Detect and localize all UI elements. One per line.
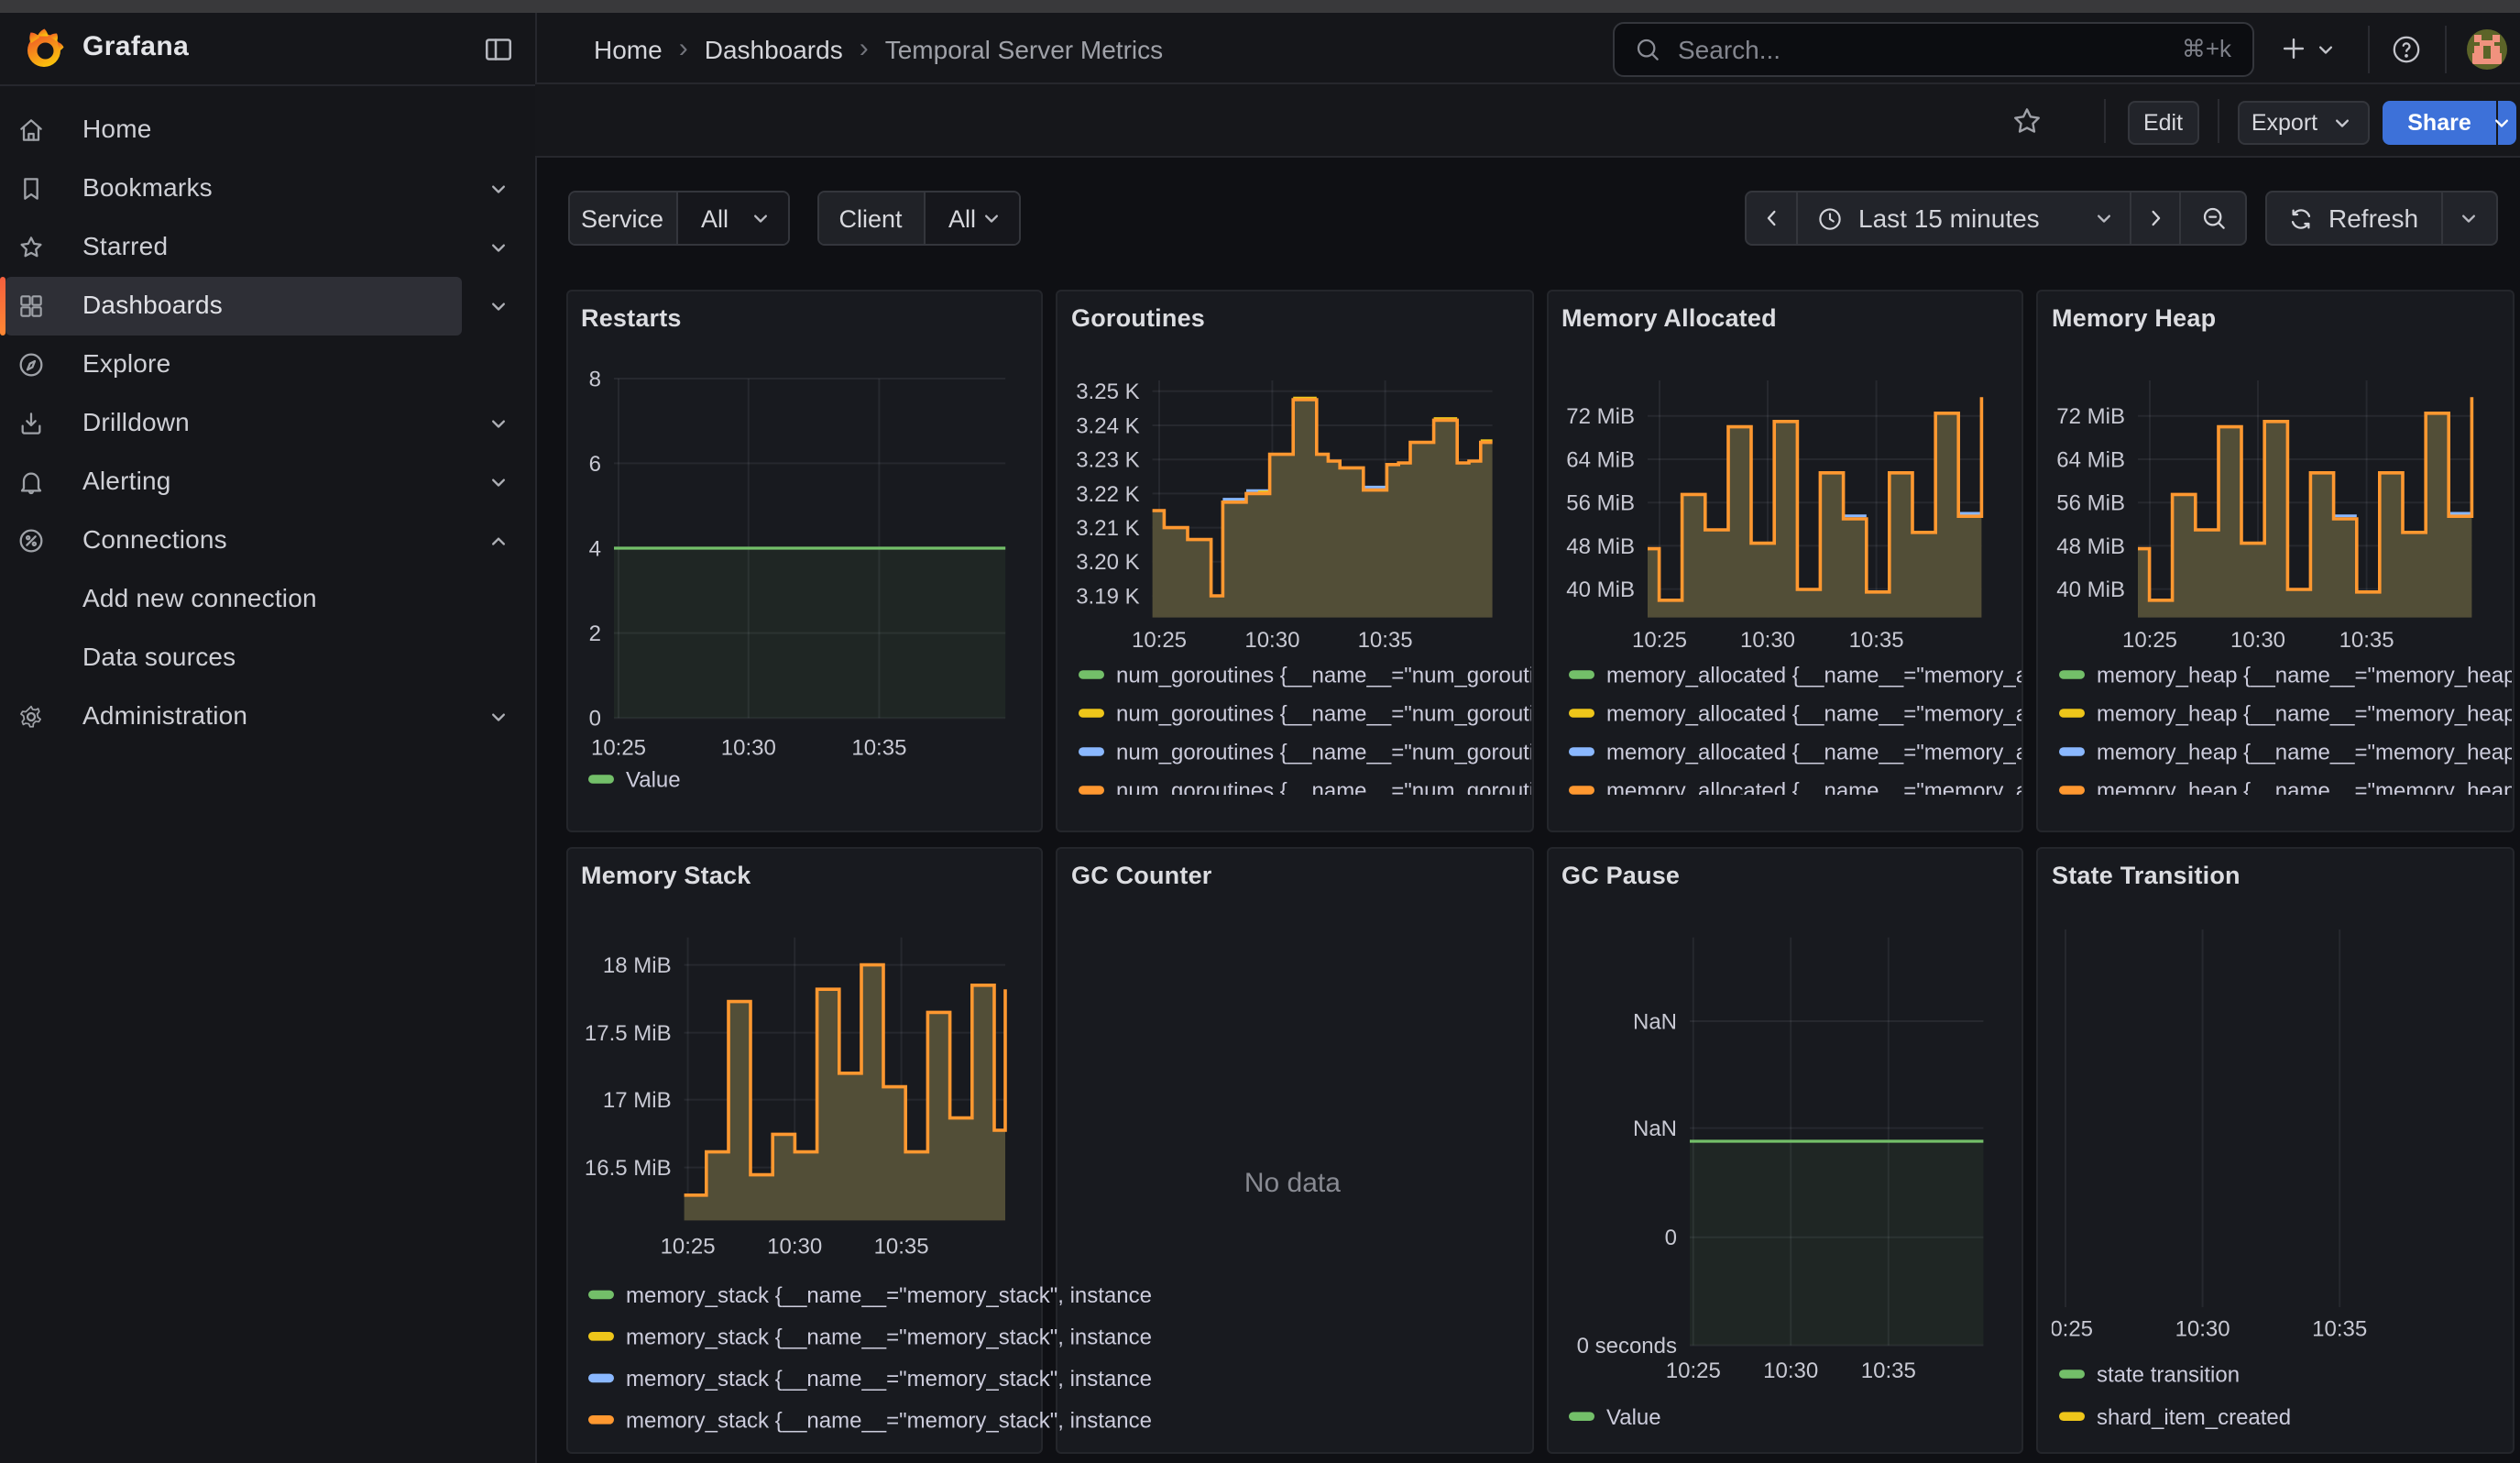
svg-text:0: 0 — [1665, 1226, 1677, 1250]
svg-text:10:25: 10:25 — [2122, 628, 2177, 653]
svg-text:72 MiB: 72 MiB — [2056, 404, 2125, 429]
svg-text:56 MiB: 56 MiB — [1566, 491, 1635, 516]
svg-text:48 MiB: 48 MiB — [1566, 534, 1635, 559]
svg-text:memory_stack {__name__="memory: memory_stack {__name__="memory_stack", i… — [626, 1367, 1152, 1392]
svg-text:56 MiB: 56 MiB — [2056, 491, 2125, 516]
svg-text:17.5 MiB: 17.5 MiB — [585, 1021, 672, 1046]
svg-text:6: 6 — [589, 452, 601, 477]
svg-text:state transition: state transition — [2097, 1363, 2240, 1388]
svg-text:17 MiB: 17 MiB — [603, 1088, 672, 1113]
svg-text:10:30: 10:30 — [767, 1235, 822, 1260]
svg-text:3.25 K: 3.25 K — [1076, 380, 1139, 404]
svg-text:No data: No data — [1244, 1168, 1341, 1198]
svg-text:10:35: 10:35 — [2339, 628, 2394, 653]
svg-text:8: 8 — [589, 367, 601, 391]
svg-text:72 MiB: 72 MiB — [1566, 404, 1635, 429]
svg-text:40 MiB: 40 MiB — [1566, 578, 1635, 602]
svg-text:10:35: 10:35 — [1849, 628, 1904, 653]
svg-text:3.19 K: 3.19 K — [1076, 584, 1139, 609]
svg-text:3.22 K: 3.22 K — [1076, 482, 1139, 507]
svg-text:10:30: 10:30 — [1763, 1358, 1818, 1383]
svg-text:10:30: 10:30 — [721, 735, 776, 760]
svg-text:48 MiB: 48 MiB — [2056, 534, 2125, 559]
svg-text:NaN: NaN — [1633, 1116, 1677, 1141]
svg-text:4: 4 — [589, 536, 601, 561]
svg-text:memory_stack {__name__="memory: memory_stack {__name__="memory_stack", i… — [626, 1408, 1152, 1433]
svg-text:memory_stack {__name__="memory: memory_stack {__name__="memory_stack", i… — [626, 1283, 1152, 1308]
svg-text:10:30: 10:30 — [2175, 1317, 2230, 1342]
svg-text:memory_heap {__name__="memory_: memory_heap {__name__="memory_heap", ins… — [2097, 741, 2520, 765]
svg-text:Value: Value — [1606, 1405, 1661, 1430]
svg-text:10:35: 10:35 — [851, 735, 906, 760]
svg-text:memory_stack {__name__="memory: memory_stack {__name__="memory_stack", i… — [626, 1325, 1152, 1349]
svg-text:10:35: 10:35 — [2312, 1317, 2367, 1342]
svg-text:10:25: 10:25 — [661, 1235, 716, 1260]
svg-text:10:25: 10:25 — [591, 735, 646, 760]
svg-text:2: 2 — [589, 622, 601, 646]
svg-text:10:25: 10:25 — [1666, 1358, 1721, 1383]
svg-text:NaN: NaN — [1633, 1009, 1677, 1034]
svg-text:3.24 K: 3.24 K — [1076, 413, 1139, 438]
svg-text:10:30: 10:30 — [1740, 628, 1795, 653]
svg-text:0 seconds: 0 seconds — [1577, 1334, 1677, 1358]
svg-text:shard_item_created: shard_item_created — [2097, 1405, 2291, 1430]
svg-text:10:35: 10:35 — [874, 1235, 929, 1260]
svg-text:10:25: 10:25 — [1132, 628, 1187, 653]
svg-text:memory_heap {__name__="memory_: memory_heap {__name__="memory_heap", ins… — [2097, 779, 2520, 804]
svg-text:10:30: 10:30 — [1244, 628, 1299, 653]
svg-text:3.23 K: 3.23 K — [1076, 448, 1139, 473]
svg-text:10:25: 10:25 — [2038, 1317, 2093, 1342]
svg-text:0: 0 — [589, 707, 601, 732]
svg-text:3.21 K: 3.21 K — [1076, 516, 1139, 541]
svg-text:10:30: 10:30 — [2230, 628, 2285, 653]
svg-text:10:35: 10:35 — [1358, 628, 1413, 653]
svg-text:64 MiB: 64 MiB — [1566, 447, 1635, 472]
svg-text:memory_heap {__name__="memory_: memory_heap {__name__="memory_heap", ins… — [2097, 664, 2520, 688]
svg-text:16.5 MiB: 16.5 MiB — [585, 1156, 672, 1181]
svg-text:64 MiB: 64 MiB — [2056, 447, 2125, 472]
svg-text:10:25: 10:25 — [1632, 628, 1687, 653]
svg-text:18 MiB: 18 MiB — [603, 953, 672, 978]
svg-text:Value: Value — [626, 768, 681, 793]
svg-text:3.20 K: 3.20 K — [1076, 550, 1139, 575]
svg-text:40 MiB: 40 MiB — [2056, 578, 2125, 602]
svg-text:10:35: 10:35 — [1861, 1358, 1916, 1383]
svg-text:memory_heap {__name__="memory_: memory_heap {__name__="memory_heap", ins… — [2097, 702, 2520, 727]
